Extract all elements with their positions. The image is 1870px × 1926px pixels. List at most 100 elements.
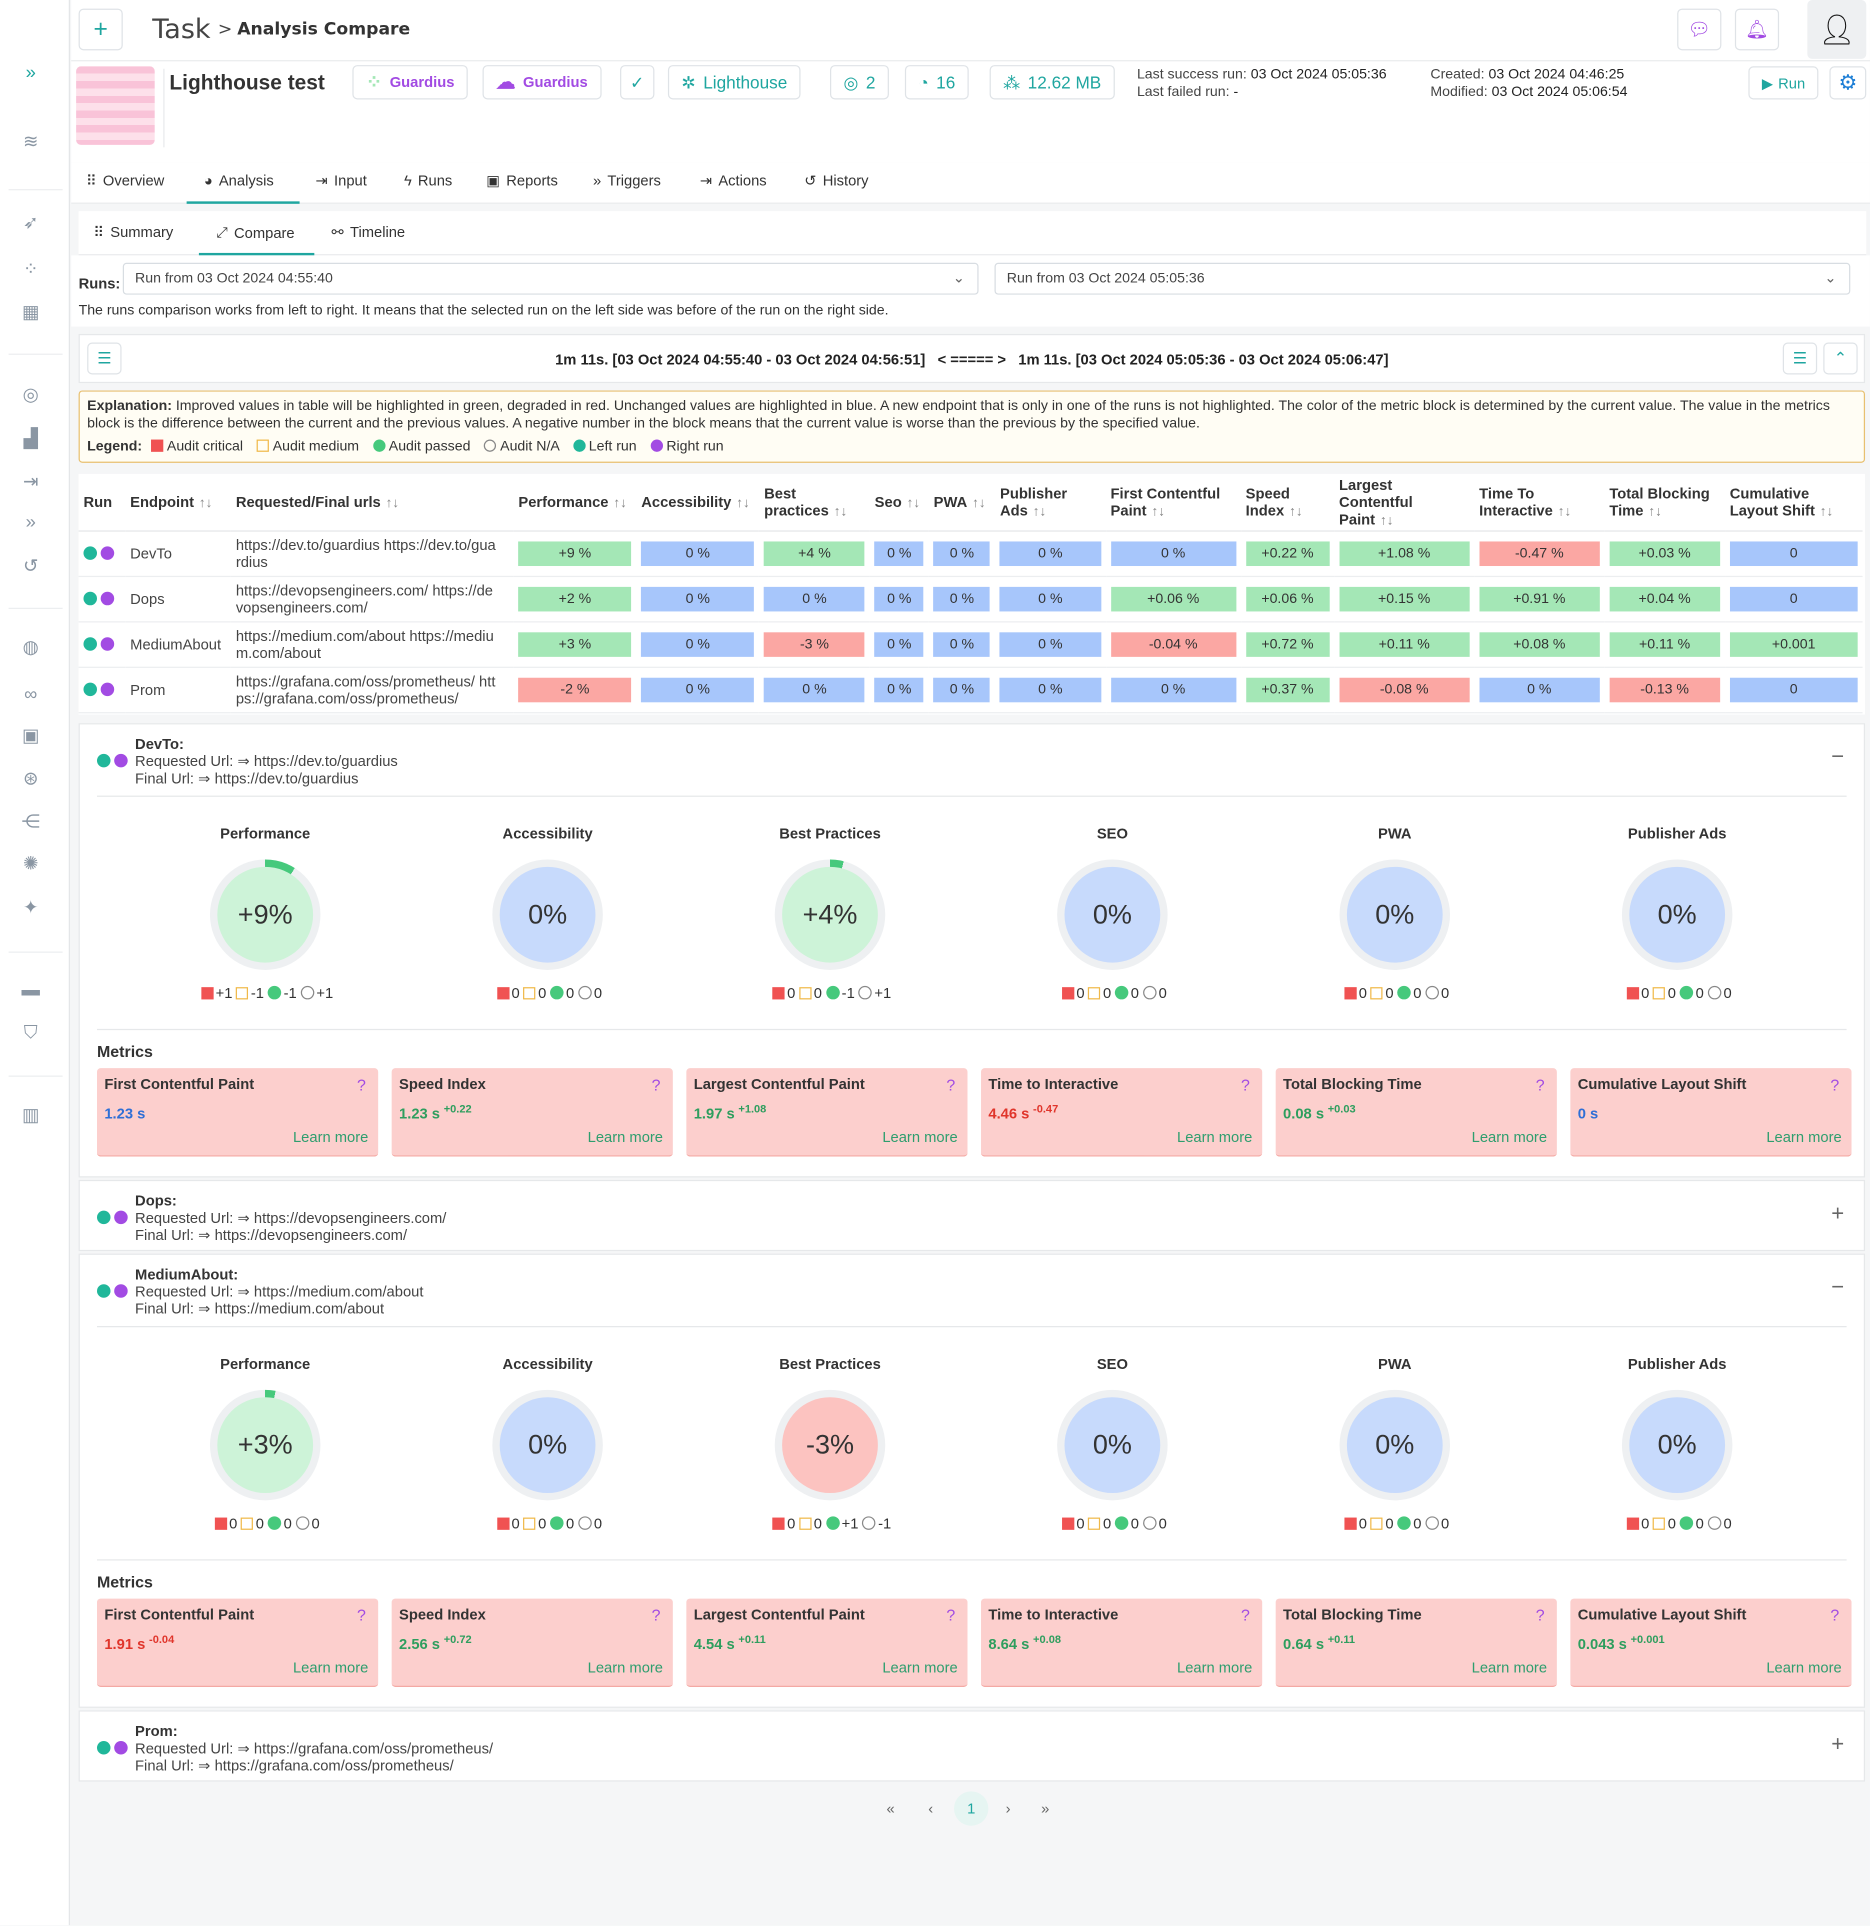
shield-icon[interactable]: ⛉ xyxy=(20,1022,42,1044)
sort-icon[interactable]: ↑↓ xyxy=(834,504,848,519)
subtab-summary[interactable]: ⠿ Summary xyxy=(93,223,173,240)
prev-page-button[interactable]: ‹ xyxy=(928,1800,933,1817)
table-row[interactable]: MediumAbout https://medium.com/about http… xyxy=(78,621,1863,668)
help-icon[interactable]: ? xyxy=(1536,1076,1545,1094)
column-header[interactable]: Endpoint ↑↓ xyxy=(125,473,231,532)
globe-icon[interactable]: ◍ xyxy=(20,636,42,658)
column-header[interactable]: PWA ↑↓ xyxy=(928,473,996,532)
column-header[interactable]: Time To Interactive ↑↓ xyxy=(1474,473,1605,532)
check-icon[interactable]: ✓ xyxy=(620,65,655,100)
forward-icon[interactable]: » xyxy=(20,511,42,533)
learn-more-link[interactable]: Learn more xyxy=(588,1659,663,1676)
sort-icon[interactable]: ↑↓ xyxy=(199,496,213,511)
sort-icon[interactable]: ↑↓ xyxy=(1289,504,1303,519)
learn-more-link[interactable]: Learn more xyxy=(1766,1659,1841,1676)
tab-analysis[interactable]: ◕ Analysis xyxy=(204,172,274,189)
sort-icon[interactable]: ↑↓ xyxy=(907,496,921,511)
tab-actions[interactable]: ⇥ Actions xyxy=(700,172,767,189)
share-icon[interactable]: ⋲ xyxy=(20,810,42,833)
sparkle-icon[interactable]: ✦ xyxy=(20,896,42,919)
toggle-endpoint-button[interactable]: + xyxy=(1831,1201,1844,1227)
column-header[interactable]: Seo ↑↓ xyxy=(869,473,929,532)
layers-icon[interactable]: ≋ xyxy=(20,130,42,152)
sort-icon[interactable]: ↑↓ xyxy=(1380,513,1394,528)
learn-more-link[interactable]: Learn more xyxy=(1177,1128,1252,1145)
learn-more-link[interactable]: Learn more xyxy=(1177,1659,1252,1676)
subtab-timeline[interactable]: ⚯ Timeline xyxy=(332,223,406,240)
column-header[interactable]: Best practices ↑↓ xyxy=(759,473,870,532)
fingerprint-icon[interactable]: ⊛ xyxy=(20,767,42,790)
bar-chart-icon[interactable]: ▟ xyxy=(20,427,42,450)
bell-icon[interactable]: 🔔︎ xyxy=(1734,8,1780,51)
learn-more-link[interactable]: Learn more xyxy=(293,1659,368,1676)
tab-runs[interactable]: ϟ Runs xyxy=(404,172,452,189)
sort-icon[interactable]: ↑↓ xyxy=(613,496,627,511)
tag-guardius-2[interactable]: ☁ Guardius xyxy=(482,65,602,100)
logout-icon[interactable]: ⇥ xyxy=(20,470,42,492)
table-row[interactable]: Dops https://devopsengineers.com/ https:/… xyxy=(78,575,1863,622)
column-header[interactable]: Cumulative Layout Shift ↑↓ xyxy=(1724,473,1863,532)
toggle-endpoint-button[interactable]: + xyxy=(1831,1731,1844,1757)
sort-icon[interactable]: ↑↓ xyxy=(736,496,750,511)
column-header[interactable]: Largest Contentful Paint ↑↓ xyxy=(1334,473,1475,532)
right-run-select[interactable]: Run from 03 Oct 2024 05:05:36 ⌄ xyxy=(994,262,1851,295)
avatar[interactable]: 👤︎ xyxy=(1807,0,1867,59)
learn-more-link[interactable]: Learn more xyxy=(882,1659,957,1676)
folder-icon[interactable]: ▬ xyxy=(20,979,42,1001)
panel-icon[interactable]: ▥ xyxy=(20,1104,42,1126)
count-badge-b[interactable]: ◔ 16 xyxy=(904,65,969,100)
column-header[interactable]: First Contentful Paint ↑↓ xyxy=(1105,473,1241,532)
sort-icon[interactable]: ↑↓ xyxy=(1033,504,1047,519)
learn-more-link[interactable]: Learn more xyxy=(1472,1659,1547,1676)
subtab-compare[interactable]: ⤢ Compare xyxy=(216,223,295,241)
add-button[interactable]: + xyxy=(78,8,123,51)
count-badge-a[interactable]: ◎ 2 xyxy=(829,65,889,100)
tab-input[interactable]: ⇥ Input xyxy=(316,172,367,189)
page-1-button[interactable]: 1 xyxy=(954,1791,989,1826)
target-icon[interactable]: ◎ xyxy=(20,383,42,405)
chip-icon[interactable]: ▣ xyxy=(20,724,42,747)
column-header[interactable]: Requested/Final urls ↑↓ xyxy=(230,473,514,532)
loader-icon[interactable]: ✺ xyxy=(20,852,42,874)
help-icon[interactable]: ? xyxy=(1536,1606,1545,1624)
sort-icon[interactable]: ↑↓ xyxy=(386,496,400,511)
dashboard-icon[interactable]: ▦ xyxy=(20,301,42,323)
sort-icon[interactable]: ↑↓ xyxy=(1820,504,1834,519)
help-icon[interactable]: ? xyxy=(946,1076,955,1094)
learn-more-link[interactable]: Learn more xyxy=(293,1128,368,1145)
sort-icon[interactable]: ↑↓ xyxy=(972,496,986,511)
history-icon[interactable]: ↺ xyxy=(20,555,42,577)
column-header[interactable]: Speed Index ↑↓ xyxy=(1240,473,1335,532)
help-icon[interactable]: ? xyxy=(1241,1076,1250,1094)
column-header[interactable]: Publisher Ads ↑↓ xyxy=(995,473,1106,532)
tab-history[interactable]: ↺ History xyxy=(804,172,868,189)
learn-more-link[interactable]: Learn more xyxy=(588,1128,663,1145)
help-icon[interactable]: ? xyxy=(946,1606,955,1624)
learn-more-link[interactable]: Learn more xyxy=(1472,1128,1547,1145)
column-header[interactable]: Total Blocking Time ↑↓ xyxy=(1604,473,1725,532)
settings-gear-icon[interactable]: ⚙ xyxy=(1829,66,1867,100)
help-icon[interactable]: ? xyxy=(652,1606,661,1624)
collapse-icon[interactable]: ⌃ xyxy=(1823,342,1858,375)
grid-icon[interactable]: ⁘ xyxy=(20,258,42,280)
sort-icon[interactable]: ↑↓ xyxy=(1648,504,1662,519)
help-icon[interactable]: ? xyxy=(652,1076,661,1094)
first-page-button[interactable]: « xyxy=(886,1800,894,1817)
left-run-select[interactable]: Run from 03 Oct 2024 04:55:40 ⌄ xyxy=(122,262,979,295)
help-icon[interactable]: ? xyxy=(1241,1606,1250,1624)
sort-icon[interactable]: ↑↓ xyxy=(1151,504,1165,519)
learn-more-link[interactable]: Learn more xyxy=(1766,1128,1841,1145)
run-button[interactable]: ▶ Run xyxy=(1748,66,1819,100)
toggle-endpoint-button[interactable]: − xyxy=(1831,1274,1844,1300)
columns-icon[interactable]: ☰ xyxy=(1782,342,1818,375)
toggle-endpoint-button[interactable]: − xyxy=(1831,744,1844,770)
help-icon[interactable]: ? xyxy=(357,1076,366,1094)
sort-icon[interactable]: ↑↓ xyxy=(1558,504,1572,519)
chat-icon[interactable]: 💬︎ xyxy=(1677,8,1722,51)
column-header[interactable]: Accessibility ↑↓ xyxy=(636,473,760,532)
link-icon[interactable]: ∞ xyxy=(20,683,42,705)
tag-guardius-1[interactable]: ⁘ Guardius xyxy=(352,65,468,100)
table-row[interactable]: DevTo https://dev.to/guardius https://dev… xyxy=(78,530,1863,577)
help-icon[interactable]: ? xyxy=(1830,1076,1839,1094)
size-badge[interactable]: ⁂ 12.62 MB xyxy=(989,65,1115,100)
